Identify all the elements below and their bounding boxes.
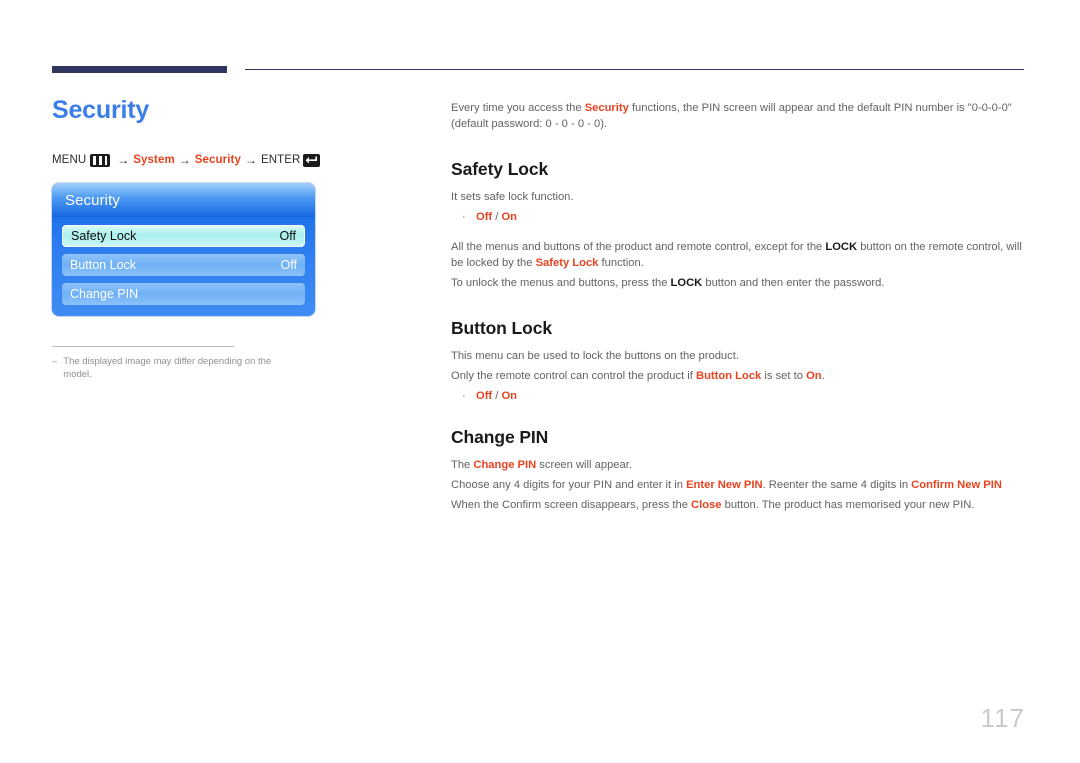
- left-column: Security MENU → System → Security → ENTE…: [52, 95, 422, 381]
- menu-bars-icon: [90, 153, 111, 167]
- footnote-block: – The displayed image may differ dependi…: [52, 346, 299, 381]
- cp-p3-close: Close: [691, 499, 722, 511]
- bl-p-e: .: [821, 370, 825, 382]
- cp-p1-c: screen will appear.: [536, 459, 632, 471]
- osd-security-panel: Security Safety Lock Off Button Lock Off…: [52, 183, 315, 316]
- enter-return-icon: [303, 153, 321, 167]
- bl-p-a: Only the remote control can control the …: [451, 370, 697, 382]
- cp-p3-a: When the Confirm screen disappears, pres…: [451, 499, 692, 511]
- sl-p1-d: function.: [598, 257, 644, 269]
- change-pin-paragraph-2: Choose any 4 digits for your PIN and ent…: [451, 477, 1024, 493]
- heading-change-pin: Change PIN: [451, 427, 549, 447]
- sl-p2-lock: LOCK: [670, 277, 703, 289]
- bl-p-on: On: [806, 370, 822, 382]
- sl-p1-lock: LOCK: [825, 241, 858, 253]
- safety-lock-description: It sets safe lock function.: [451, 191, 574, 203]
- cp-p2-enter-new-pin: Enter New PIN: [686, 479, 763, 491]
- intro-part1: Every time you access the: [451, 102, 585, 114]
- sl-p1-safety-lock: Safety Lock: [535, 257, 599, 269]
- right-column: Every time you access the Security funct…: [451, 100, 1024, 517]
- sl-p2-b: button and then enter the password.: [702, 277, 885, 289]
- footnote: – The displayed image may differ dependi…: [52, 355, 299, 381]
- option-on[interactable]: On: [501, 390, 517, 402]
- bullet-dot-icon: ·: [462, 211, 466, 223]
- arrow-icon-2: →: [178, 153, 191, 167]
- safety-lock-options-bullet: · Off / On: [462, 209, 1024, 225]
- osd-row-safety-lock[interactable]: Safety Lock Off: [62, 225, 305, 247]
- cp-p3-c: button. The product has memorised your n…: [721, 499, 975, 511]
- intro-highlight-security: Security: [584, 102, 629, 114]
- osd-row-change-pin[interactable]: Change PIN: [62, 283, 305, 305]
- bullet-text: Off / On: [476, 209, 517, 225]
- arrow-icon-1: →: [117, 153, 130, 167]
- menu-path-enter-label: ENTER: [260, 154, 301, 166]
- button-lock-options-bullet: · Off / On: [462, 388, 1024, 404]
- cp-p2-a: Choose any 4 digits for your PIN and ent…: [451, 479, 687, 491]
- osd-row-label: Safety Lock: [71, 229, 137, 243]
- cp-p2-c: . Reenter the same 4 digits in: [762, 479, 912, 491]
- safety-lock-paragraph-2: To unlock the menus and buttons, press t…: [451, 275, 1024, 291]
- bullet-text: Off / On: [476, 388, 517, 404]
- osd-row-label: Button Lock: [70, 258, 137, 272]
- footnote-text: The displayed image may differ depending…: [63, 356, 272, 380]
- menu-path-step-security[interactable]: Security: [195, 154, 241, 166]
- sl-p1-a: All the menus and buttons of the product…: [451, 241, 826, 253]
- osd-row-button-lock[interactable]: Button Lock Off: [62, 254, 305, 276]
- osd-row-value: Off: [280, 258, 297, 272]
- bl-p-button-lock: Button Lock: [696, 370, 762, 382]
- button-lock-description: This menu can be used to lock the button…: [451, 350, 739, 362]
- footnote-marker: –: [52, 356, 58, 367]
- bullet-dot-icon: ·: [462, 390, 466, 402]
- change-pin-paragraph-3: When the Confirm screen disappears, pres…: [451, 497, 1024, 513]
- cp-p1-a: The: [451, 459, 474, 471]
- sl-p2-a: To unlock the menus and buttons, press t…: [451, 277, 671, 289]
- menu-path-menu-label: MENU: [52, 154, 87, 166]
- option-off[interactable]: Off: [476, 211, 492, 223]
- cp-p2-confirm-new-pin: Confirm New PIN: [911, 479, 1002, 491]
- option-on[interactable]: On: [501, 211, 517, 223]
- osd-header-title: Security: [65, 191, 120, 209]
- heading-button-lock: Button Lock: [451, 318, 552, 338]
- heading-safety-lock: Safety Lock: [451, 159, 549, 179]
- page-title: Security: [52, 96, 150, 124]
- footnote-divider: [52, 346, 234, 347]
- osd-row-value: Off: [279, 229, 296, 243]
- osd-row-list: Safety Lock Off Button Lock Off Change P…: [52, 217, 315, 305]
- intro-paragraph: Every time you access the Security funct…: [451, 100, 1024, 132]
- arrow-icon-3: →: [244, 153, 257, 167]
- osd-row-label: Change PIN: [70, 287, 139, 301]
- header-rule-thin: [245, 69, 1024, 70]
- option-off[interactable]: Off: [476, 390, 492, 402]
- page-number: 117: [980, 703, 1025, 733]
- bl-p-c: is set to: [761, 370, 807, 382]
- change-pin-paragraph-1: The Change PIN screen will appear.: [451, 457, 1024, 473]
- cp-p1-change-pin: Change PIN: [473, 459, 537, 471]
- menu-path-step-system[interactable]: System: [133, 154, 175, 166]
- header-rule-thick: [52, 66, 227, 73]
- menu-path-breadcrumb: MENU → System → Security → ENTER: [52, 151, 422, 169]
- osd-header: Security: [52, 183, 315, 217]
- safety-lock-paragraph-1: All the menus and buttons of the product…: [451, 239, 1024, 271]
- button-lock-paragraph: Only the remote control can control the …: [451, 368, 1024, 384]
